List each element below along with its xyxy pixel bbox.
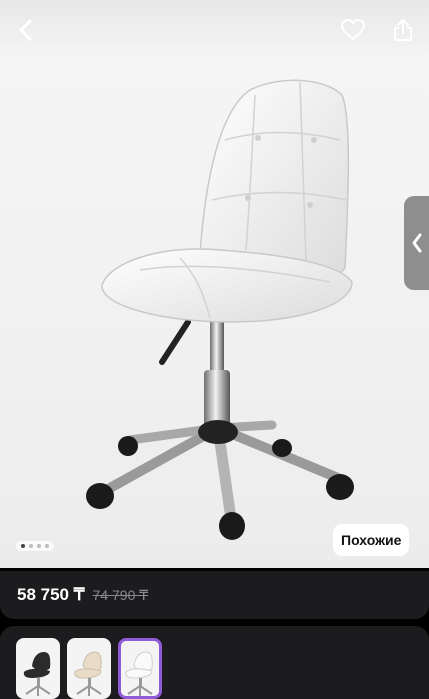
pagination-dot	[45, 544, 49, 548]
chevron-left-icon	[19, 19, 32, 41]
chevron-left-icon	[412, 233, 421, 253]
share-icon	[394, 19, 412, 41]
current-price: 58 750 ₸	[17, 585, 85, 604]
gallery-pagination	[16, 541, 54, 551]
back-button[interactable]	[8, 12, 44, 48]
variant-thumb-white[interactable]	[118, 638, 162, 699]
variant-selector	[0, 626, 429, 699]
pagination-dot	[37, 544, 41, 548]
product-image	[86, 79, 354, 540]
share-button[interactable]	[385, 12, 421, 48]
chair-thumbnail	[125, 651, 153, 696]
heart-icon	[341, 19, 365, 40]
chair-thumbnail	[74, 651, 102, 696]
old-price: 74 790 ₸	[92, 586, 149, 603]
pagination-dot	[29, 544, 33, 548]
variant-thumb-beige[interactable]	[67, 638, 111, 699]
favorite-button[interactable]	[335, 12, 371, 48]
product-gallery[interactable]: Похожие	[0, 0, 429, 568]
chair-thumbnail	[23, 652, 51, 696]
price-bar: 58 750 ₸ 74 790 ₸	[0, 571, 429, 619]
similar-products-button[interactable]: Похожие	[333, 524, 410, 556]
variant-thumb-black[interactable]	[16, 638, 60, 699]
pagination-dot	[21, 544, 25, 548]
side-panel-handle[interactable]	[404, 196, 429, 290]
similar-label: Похожие	[341, 532, 402, 548]
